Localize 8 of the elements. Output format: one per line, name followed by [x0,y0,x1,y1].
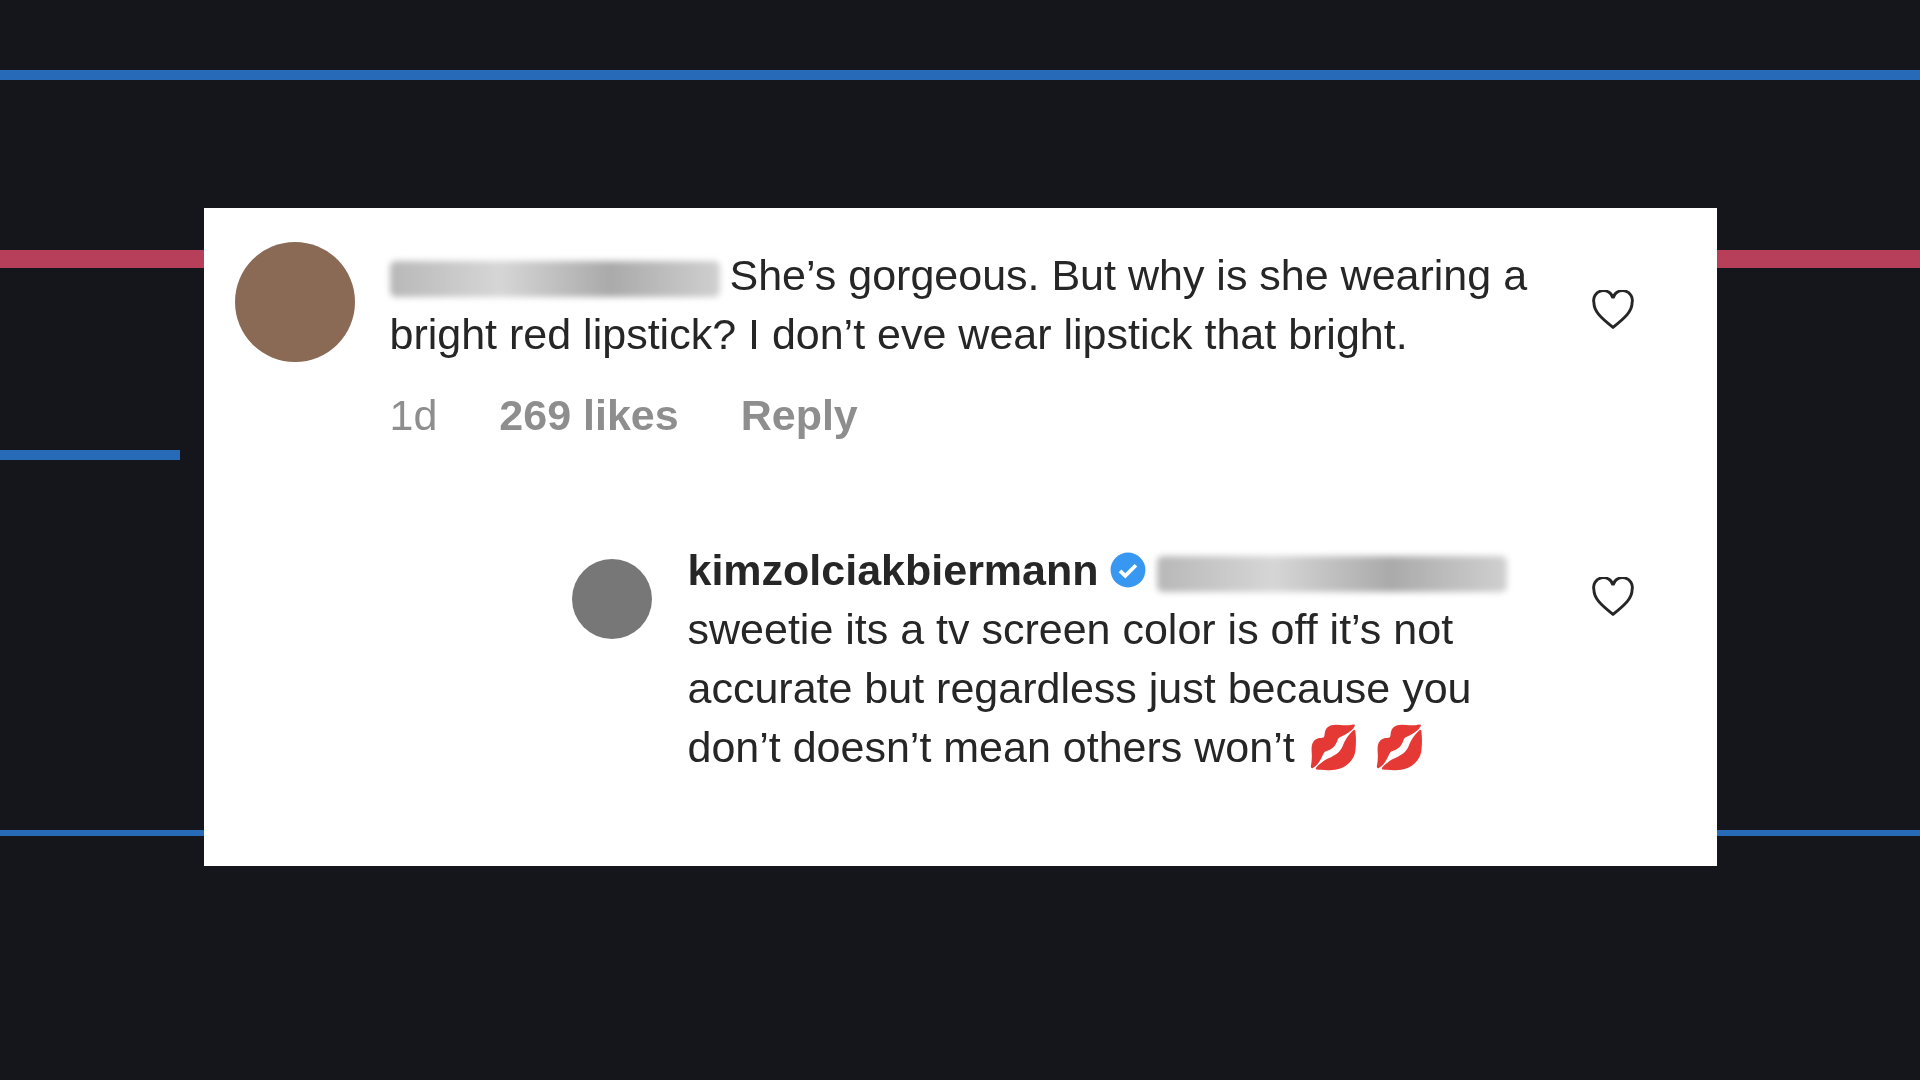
heart-icon[interactable] [1590,577,1635,617]
heart-icon[interactable] [1590,290,1635,330]
username[interactable]: kimzolciakbiermann [687,546,1099,594]
comment-text: She’s gorgeous. But why is she wearing a bright red lipstick? I don’t eve wear lipstick that bright. [389,250,1529,360]
likes-link[interactable]: 269 likes [499,386,679,445]
reply-text: sweetie its a tv screen color is off it’s not accurate but regardless just because you don’t doesn’t mean others won’t 💋 💋 [687,604,1473,773]
comment-time: 1d [389,390,438,441]
reply-link[interactable]: Reply [740,386,858,445]
